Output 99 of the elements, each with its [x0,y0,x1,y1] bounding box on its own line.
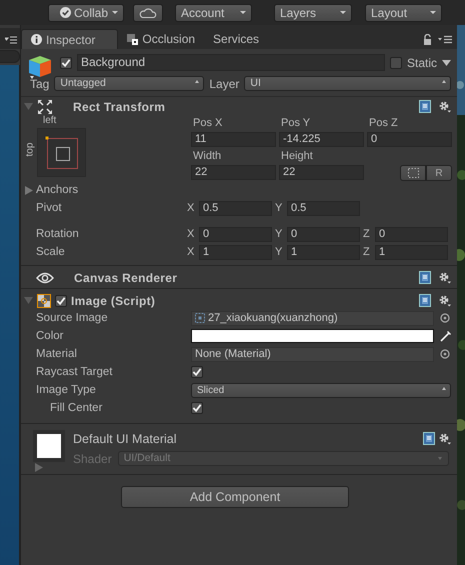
axis-label: Z [363,246,371,258]
object-field[interactable]: 27_xiaokuang(xuanzhong) [191,310,434,326]
property-label: Scale [35,246,66,258]
caret-icon [240,11,246,14]
settings-icon[interactable] [439,272,451,284]
caret-icon[interactable] [442,60,451,66]
component-title: Image (Script) [71,294,156,308]
lock-icon[interactable] [423,34,432,45]
static-label: Static [406,56,437,70]
axis-label: Y [275,228,284,240]
number-field[interactable]: 22 [191,165,276,180]
active-checkbox[interactable] [60,56,72,68]
object-field[interactable]: None (Material) [191,346,434,362]
layer-dropdown[interactable]: UI [244,76,451,91]
property-label: Color [36,330,64,342]
color-field[interactable] [191,329,434,343]
axis-label: X [187,246,196,258]
component-title: Canvas Renderer [74,270,178,284]
field-header: Height [280,149,314,164]
check-icon [60,7,71,18]
number-field[interactable]: 11 [191,132,276,147]
toolbar-dropdown[interactable]: Layout [365,4,442,22]
property-label: Rotation [35,228,80,240]
number-field[interactable]: 0.5 [199,200,272,216]
help-book-icon[interactable] [423,432,435,445]
object-picker-icon[interactable] [440,313,450,323]
checkbox[interactable] [191,366,203,378]
panel-menu-icon[interactable] [438,35,452,44]
static-checkbox[interactable] [390,56,402,68]
toolbar-dropdown[interactable]: Layers [274,4,352,22]
anchors-label: Anchors [36,184,78,196]
help-book-icon[interactable] [419,294,431,307]
settings-icon[interactable] [439,294,451,306]
number-field[interactable]: 1 [199,244,272,260]
material-preview [33,430,65,462]
panel-tab[interactable]: Occlusion [118,29,204,49]
help-book-icon[interactable] [419,100,431,113]
anchor-presets-button[interactable] [37,128,86,177]
object-picker-icon[interactable] [440,349,450,359]
tag-dropdown[interactable]: Untagged [54,76,204,91]
field-header: Width [192,149,222,164]
image-type-dropdown[interactable]: Sliced [191,382,451,398]
layer-label: Layer [209,76,240,90]
tag-label: Tag [30,76,50,90]
number-field[interactable]: 22 [279,165,364,180]
cube-icon [28,55,52,81]
caret-icon [340,11,346,14]
panel-tab[interactable]: Inspector [21,29,118,49]
panel-menu-icon[interactable] [5,36,17,44]
number-field[interactable]: -14.225 [279,132,364,147]
occlusion-icon [127,34,138,44]
property-label: Material [36,348,78,360]
field-header: Pos Z [368,116,399,131]
settings-icon[interactable] [439,432,451,444]
component-title: Rect Transform [73,100,166,114]
blueprint-mode-button[interactable] [400,165,426,181]
number-field[interactable]: 0 [287,226,360,242]
toolbar-dropdown[interactable]: Account [175,4,252,22]
anchor-horizontal-label: left [42,115,58,126]
rect-transform-icon [37,98,53,114]
property-label: Image Type [36,384,97,396]
number-field[interactable]: 0 [199,226,272,242]
checkbox[interactable] [191,402,203,414]
eyedropper-icon[interactable] [440,330,452,342]
cloud-icon [139,6,157,18]
settings-icon[interactable] [439,100,451,112]
axis-label: X [187,202,196,214]
cloud-button[interactable] [133,4,163,22]
material-name: Default UI Material [73,432,177,446]
image-component-icon [37,294,51,308]
caret-icon [430,11,436,14]
field-header: Pos X [192,116,224,131]
collab-dropdown[interactable]: Collab [48,4,124,22]
number-field[interactable]: 1 [375,244,448,260]
panel-tab[interactable]: Services [204,29,268,49]
axis-label: Y [275,202,284,214]
add-component-button[interactable]: Add Component [121,486,349,508]
number-field[interactable]: 0 [375,226,448,242]
property-label: Fill Center [49,402,104,414]
fold-arrow-icon[interactable] [25,186,33,194]
sprite-icon [195,313,205,323]
help-book-icon[interactable] [419,271,431,284]
enabled-checkbox[interactable] [55,294,67,306]
number-field[interactable]: 0 [367,132,452,147]
property-label: Raycast Target [36,366,114,378]
axis-label: X [187,228,196,240]
dotted-rect-icon [408,168,418,178]
property-label: Pivot [35,202,63,214]
caret-icon [112,11,118,14]
raw-edit-button[interactable]: R [426,165,452,181]
axis-label: Y [275,246,284,258]
number-field[interactable]: 1 [287,244,360,260]
name-field[interactable]: Background [77,54,385,71]
eye-icon [36,272,54,284]
property-label: Source Image [36,312,109,324]
number-field[interactable]: 0.5 [287,200,360,216]
axis-label: Z [363,228,371,240]
info-icon [31,34,42,45]
field-header: Pos Y [280,116,312,131]
